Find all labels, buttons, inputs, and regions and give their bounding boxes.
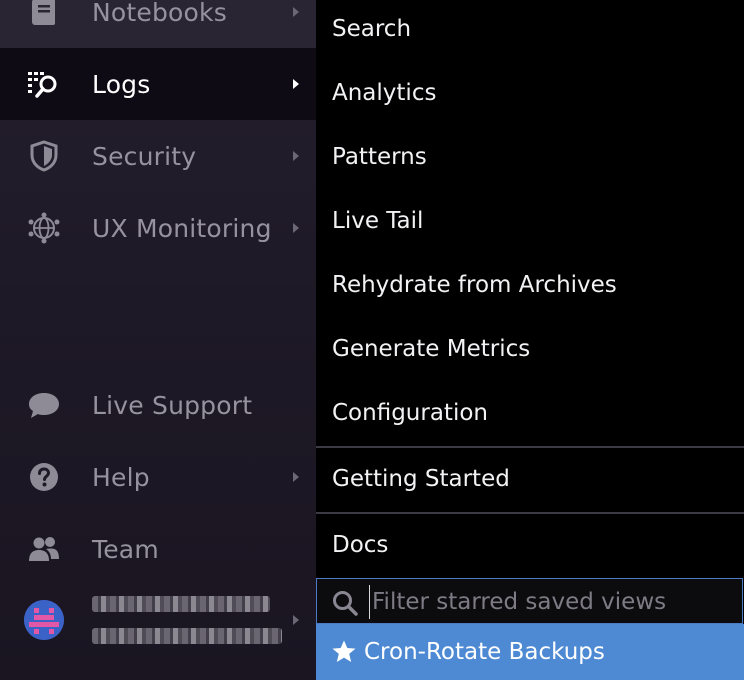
submenu-item-label: Configuration — [332, 400, 488, 426]
submenu-item-patterns[interactable]: Patterns — [316, 125, 744, 189]
chevron-right-icon — [293, 7, 299, 17]
submenu-item-label: Docs — [332, 532, 389, 558]
submenu-item-getting-started[interactable]: Getting Started — [316, 447, 744, 511]
starred-views-filter — [316, 578, 743, 624]
chat-bubble-icon — [26, 387, 62, 423]
search-icon — [331, 589, 359, 617]
team-icon — [26, 531, 62, 567]
submenu-item-label: Rehydrate from Archives — [332, 272, 617, 298]
user-avatar-icon — [24, 600, 64, 640]
submenu-item-docs[interactable]: Docs — [316, 513, 744, 577]
redacted-user-name — [92, 596, 270, 612]
user-account-menu[interactable] — [0, 582, 316, 658]
starred-view-label: Cron-Rotate Backups — [364, 639, 605, 665]
sidebar-item-label: UX Monitoring — [92, 213, 272, 243]
sidebar-item-logs[interactable]: Logs — [0, 48, 316, 120]
sidebar-item-ux-monitoring[interactable]: UX Monitoring — [0, 192, 316, 264]
submenu-item-generate-metrics[interactable]: Generate Metrics — [316, 317, 744, 381]
submenu-item-analytics[interactable]: Analytics — [316, 61, 744, 125]
starred-view-item[interactable]: Cron-Rotate Backups — [316, 624, 744, 680]
chevron-right-icon — [293, 151, 299, 161]
submenu-item-label: Search — [332, 16, 412, 42]
logs-submenu: Search Analytics Patterns Live Tail Rehy… — [316, 0, 744, 680]
globe-network-icon — [26, 210, 62, 246]
sidebar-item-security[interactable]: Security — [0, 120, 316, 192]
sidebar-item-team[interactable]: Team — [0, 513, 316, 585]
submenu-item-label: Live Tail — [332, 208, 424, 234]
help-circle-icon — [26, 459, 62, 495]
sidebar-item-label: Notebooks — [92, 0, 227, 27]
chevron-right-icon — [293, 223, 299, 233]
submenu-item-label: Generate Metrics — [332, 336, 531, 362]
sidebar-item-label: Help — [92, 462, 150, 492]
redacted-org-name — [92, 628, 282, 644]
submenu-item-configuration[interactable]: Configuration — [316, 381, 744, 445]
chevron-right-icon — [293, 615, 299, 625]
sidebar-item-label: Security — [92, 141, 197, 171]
logs-icon — [26, 66, 62, 102]
submenu-item-label: Analytics — [332, 80, 437, 106]
chevron-right-icon — [293, 472, 299, 482]
submenu-item-rehydrate-from-archives[interactable]: Rehydrate from Archives — [316, 253, 744, 317]
sidebar-item-label: Live Support — [92, 390, 253, 420]
star-icon — [331, 639, 357, 665]
submenu-item-label: Patterns — [332, 144, 427, 170]
submenu-item-label: Getting Started — [332, 466, 510, 492]
submenu-item-search[interactable]: Search — [316, 0, 744, 61]
sidebar-item-label: Logs — [92, 69, 151, 99]
sidebar-item-help[interactable]: Help — [0, 441, 316, 513]
sidebar-item-label: Team — [92, 534, 159, 564]
sidebar-item-notebooks[interactable]: Notebooks — [0, 0, 316, 48]
sidebar-nav: Notebooks Logs Security UX Monitoring Li… — [0, 0, 316, 680]
filter-starred-views-input[interactable] — [369, 585, 734, 619]
notebook-icon — [26, 0, 62, 30]
shield-icon — [26, 138, 62, 174]
sidebar-item-live-support[interactable]: Live Support — [0, 369, 316, 441]
chevron-right-icon — [293, 79, 299, 89]
submenu-item-live-tail[interactable]: Live Tail — [316, 189, 744, 253]
